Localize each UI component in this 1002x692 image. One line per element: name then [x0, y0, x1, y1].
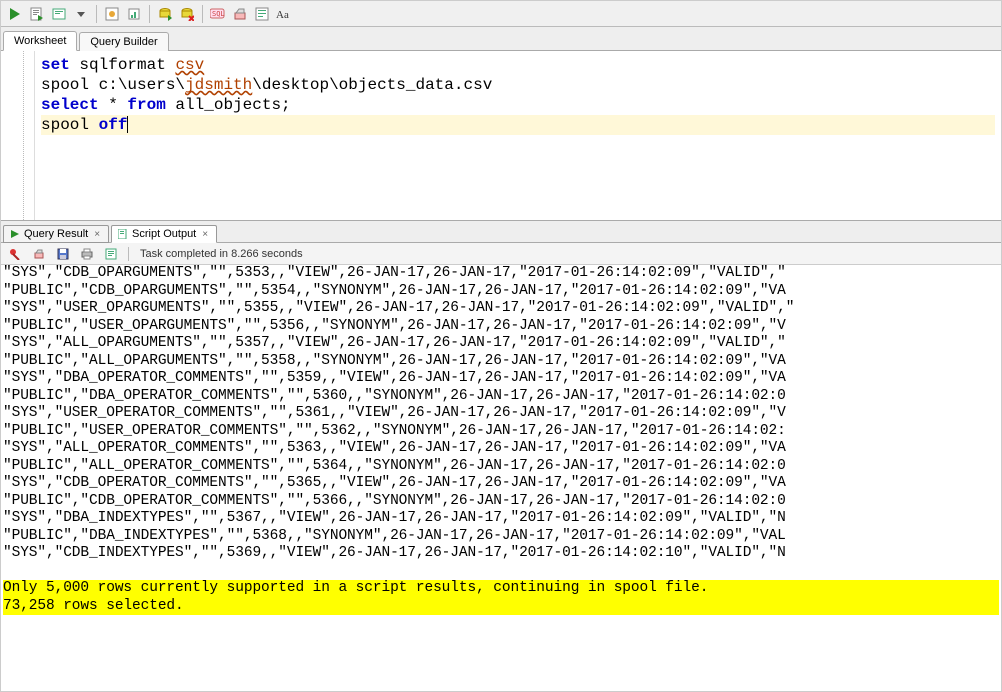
svg-text:Aa: Aa	[276, 9, 289, 21]
sql-editor[interactable]: set sqlformat csv spool c:\users\jdsmith…	[35, 51, 1001, 220]
worksheet-tabs: Worksheet Query Builder	[1, 27, 1001, 51]
sql-tuning-icon[interactable]	[124, 4, 144, 24]
output-row: "SYS","DBA_INDEXTYPES","",5367,,"VIEW",2…	[3, 510, 786, 526]
output-row: "SYS","USER_OPARGUMENTS","",5355,,"VIEW"…	[3, 300, 794, 316]
tab-script-output[interactable]: Script Output ×	[111, 225, 217, 243]
run-script-icon[interactable]	[27, 4, 47, 24]
output-row: "SYS","DBA_OPERATOR_COMMENTS","",5359,,"…	[3, 370, 786, 386]
erase-icon[interactable]	[29, 244, 49, 264]
output-highlight: 73,258 rows selected.	[3, 598, 999, 616]
svg-text:SQL: SQL	[212, 10, 225, 18]
output-row: "SYS","CDB_INDEXTYPES","",5369,,"VIEW",2…	[3, 545, 786, 561]
commit-icon[interactable]	[155, 4, 175, 24]
explain-icon[interactable]	[49, 4, 69, 24]
sql-history-icon[interactable]	[252, 4, 272, 24]
editor-gutter	[1, 51, 35, 220]
tab-query-result-label: Query Result	[24, 228, 88, 240]
rollback-icon[interactable]	[177, 4, 197, 24]
close-icon[interactable]: ×	[92, 229, 102, 240]
editor-area: set sqlformat csv spool c:\users\jdsmith…	[1, 51, 1001, 221]
save-icon[interactable]	[53, 244, 73, 264]
tab-query-builder[interactable]: Query Builder	[79, 32, 168, 51]
output-row: "PUBLIC","DBA_OPERATOR_COMMENTS","",5360…	[3, 388, 786, 404]
script-output-area[interactable]: "SYS","CDB_OPARGUMENTS","",5353,,"VIEW",…	[1, 265, 1001, 691]
autotrace-icon[interactable]	[102, 4, 122, 24]
output-row: "PUBLIC","DBA_INDEXTYPES","",5368,,"SYNO…	[3, 528, 786, 544]
close-icon[interactable]: ×	[200, 229, 210, 240]
main-toolbar: SQL Aa	[1, 1, 1001, 27]
task-status: Task completed in 8.266 seconds	[140, 248, 303, 260]
output-highlight: Only 5,000 rows currently supported in a…	[3, 580, 999, 598]
to-upper-icon[interactable]: Aa	[274, 4, 294, 24]
output-row: "PUBLIC","CDB_OPERATOR_COMMENTS","",5366…	[3, 493, 786, 509]
output-row: "PUBLIC","USER_OPARGUMENTS","",5356,,"SY…	[3, 318, 786, 334]
print-icon[interactable]	[77, 244, 97, 264]
output-row: "SYS","ALL_OPERATOR_COMMENTS","",5363,,"…	[3, 440, 786, 456]
script-output-toolbar: Task completed in 8.266 seconds	[1, 243, 1001, 265]
run-icon[interactable]	[5, 4, 25, 24]
tab-query-result[interactable]: Query Result ×	[3, 225, 109, 243]
clear-icon[interactable]	[230, 4, 250, 24]
output-row: "PUBLIC","CDB_OPARGUMENTS","",5354,,"SYN…	[3, 283, 786, 299]
output-row: "SYS","ALL_OPARGUMENTS","",5357,,"VIEW",…	[3, 335, 786, 351]
output-row: "SYS","CDB_OPERATOR_COMMENTS","",5365,,"…	[3, 475, 786, 491]
output-row: "SYS","CDB_OPARGUMENTS","",5353,,"VIEW",…	[3, 265, 786, 281]
play-icon	[10, 229, 20, 239]
output-row: "PUBLIC","USER_OPERATOR_COMMENTS","",536…	[3, 423, 786, 439]
tab-script-output-label: Script Output	[132, 228, 196, 240]
dropdown-icon[interactable]	[71, 4, 91, 24]
output-row: "PUBLIC","ALL_OPARGUMENTS","",5358,,"SYN…	[3, 353, 786, 369]
output-row: "SYS","USER_OPERATOR_COMMENTS","",5361,,…	[3, 405, 786, 421]
output-row: "PUBLIC","ALL_OPERATOR_COMMENTS","",5364…	[3, 458, 786, 474]
unshared-icon[interactable]: SQL	[208, 4, 228, 24]
text-caret	[127, 116, 128, 133]
script-icon	[118, 229, 128, 239]
result-tabs: Query Result × Script Output ×	[1, 221, 1001, 243]
pin-icon[interactable]	[5, 244, 25, 264]
buffer-icon[interactable]	[101, 244, 121, 264]
tab-worksheet[interactable]: Worksheet	[3, 31, 77, 51]
